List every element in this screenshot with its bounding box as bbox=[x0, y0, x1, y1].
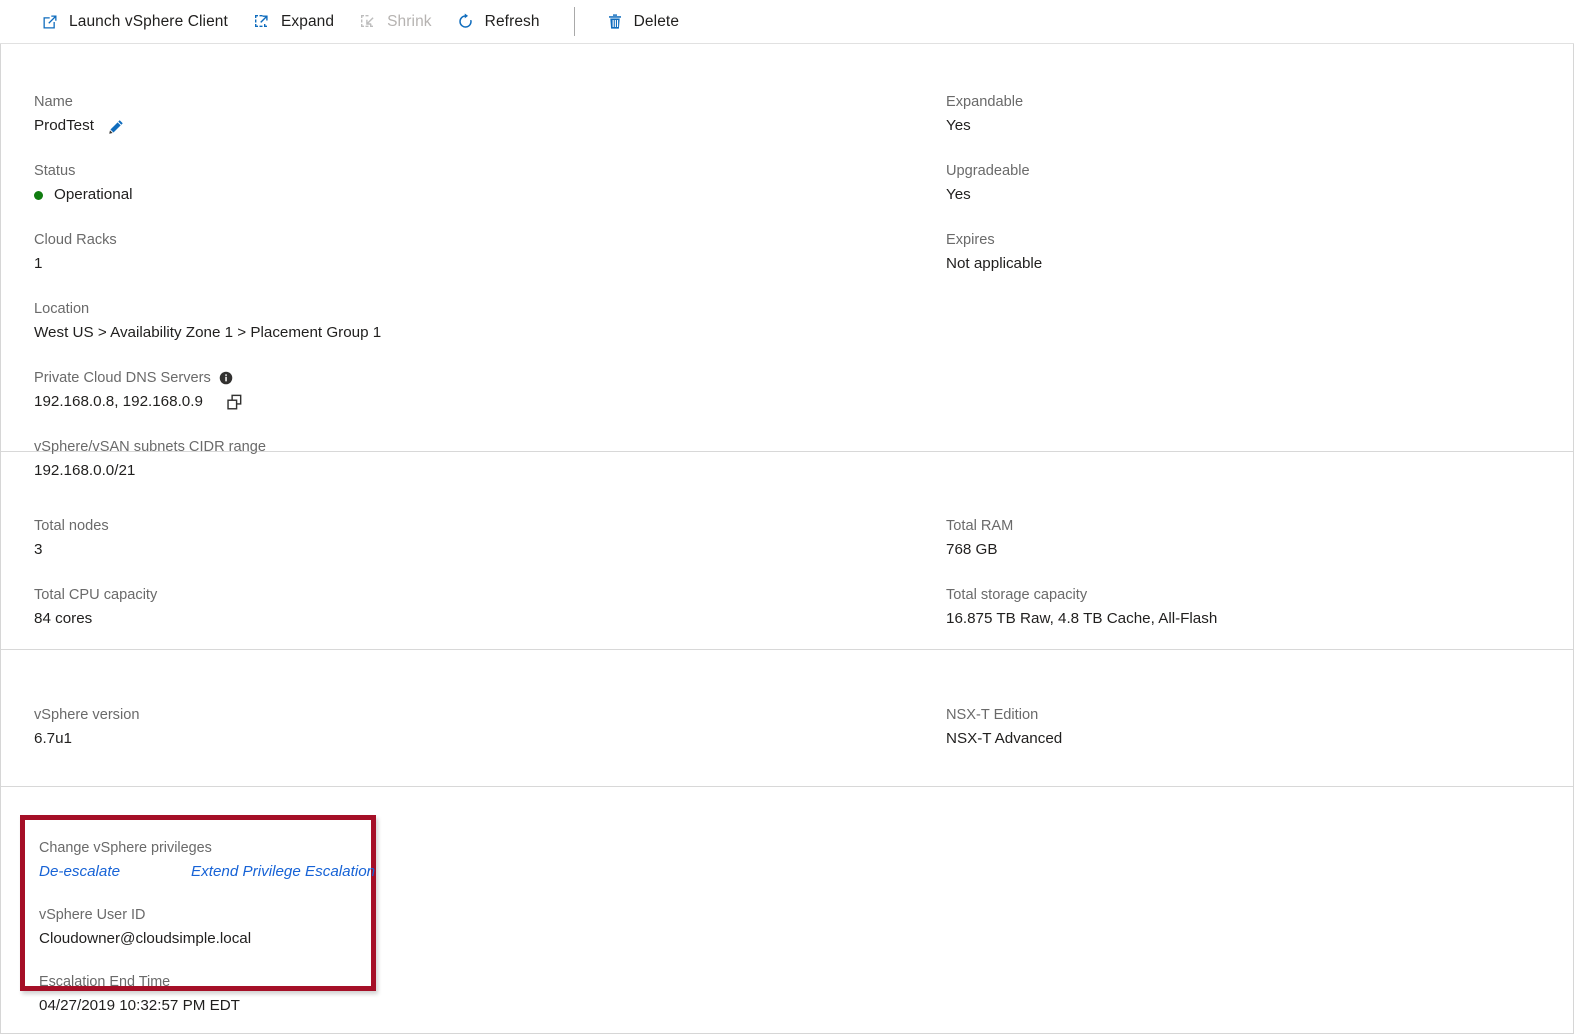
expires-label: Expires bbox=[946, 232, 995, 248]
expires-value: Not applicable bbox=[946, 255, 1043, 272]
capacity-left-column: Total nodes 3 Total CPU capacity 84 core… bbox=[1, 516, 946, 649]
status-badge: Operational bbox=[54, 186, 133, 203]
field-change-privileges: Change vSphere privileges De-escalate Ex… bbox=[39, 838, 375, 883]
total-ram-label: Total RAM bbox=[946, 518, 1014, 534]
total-cpu-value: 84 cores bbox=[34, 610, 93, 627]
field-escalation-end-time: Escalation End Time 04/27/2019 10:32:57 … bbox=[39, 972, 371, 1017]
total-cpu-label: Total CPU capacity bbox=[34, 587, 158, 603]
total-ram-value: 768 GB bbox=[946, 541, 998, 558]
field-cloud-racks: Cloud Racks 1 bbox=[34, 230, 946, 275]
nsxt-edition-value: NSX-T Advanced bbox=[946, 730, 1063, 747]
dns-servers-label: Private Cloud DNS Servers bbox=[34, 370, 211, 386]
field-expires: Expires Not applicable bbox=[946, 230, 1573, 275]
expand-button[interactable]: Expand bbox=[242, 6, 344, 38]
toolbar-divider bbox=[573, 7, 575, 36]
name-label: Name bbox=[34, 94, 73, 110]
total-storage-label: Total storage capacity bbox=[946, 587, 1088, 603]
vsphere-version-value: 6.7u1 bbox=[34, 730, 73, 747]
nsxt-edition-label: NSX-T Edition bbox=[946, 707, 1039, 723]
privileges-section: Change vSphere privileges De-escalate Ex… bbox=[1, 787, 1573, 1032]
dns-servers-value-row: 192.168.0.8, 192.168.0.9 bbox=[34, 391, 946, 413]
field-total-ram: Total RAM 768 GB bbox=[946, 516, 1573, 561]
total-nodes-label: Total nodes bbox=[34, 518, 109, 534]
privilege-links-row: De-escalate Extend Privilege Escalation bbox=[39, 861, 375, 883]
status-value-row: Operational bbox=[34, 184, 946, 206]
copy-icon[interactable] bbox=[225, 393, 244, 412]
upgradeable-value: Yes bbox=[946, 186, 971, 203]
refresh-button[interactable]: Refresh bbox=[446, 6, 550, 38]
command-toolbar: Launch vSphere Client Expand Shrink Refr… bbox=[0, 0, 1574, 44]
details-content: Name ProdTest Status Operational Cloud R… bbox=[0, 44, 1574, 1034]
status-dot-icon bbox=[34, 190, 43, 200]
total-storage-value: 16.875 TB Raw, 4.8 TB Cache, All-Flash bbox=[946, 610, 1218, 627]
vsphere-user-id-value: Cloudowner@cloudsimple.local bbox=[39, 930, 252, 947]
location-label: Location bbox=[34, 301, 90, 317]
cloud-racks-value: 1 bbox=[34, 255, 43, 272]
upgradeable-label: Upgradeable bbox=[946, 163, 1030, 179]
field-location: Location West US > Availability Zone 1 >… bbox=[34, 299, 946, 344]
info-icon[interactable] bbox=[219, 371, 233, 385]
overview-left-column: Name ProdTest Status Operational Cloud R… bbox=[1, 92, 946, 479]
overview-section: Name ProdTest Status Operational Cloud R… bbox=[1, 44, 1573, 479]
field-vsphere-user-id: vSphere User ID Cloudowner@cloudsimple.l… bbox=[39, 905, 371, 950]
expandable-label: Expandable bbox=[946, 94, 1024, 110]
field-status: Status Operational bbox=[34, 161, 946, 206]
status-label: Status bbox=[34, 163, 76, 179]
field-total-cpu: Total CPU capacity 84 cores bbox=[34, 585, 946, 630]
overview-right-column: Expandable Yes Upgradeable Yes Expires N… bbox=[946, 92, 1573, 451]
expandable-value: Yes bbox=[946, 117, 971, 134]
dns-servers-value: 192.168.0.8, 192.168.0.9 bbox=[34, 393, 203, 410]
de-escalate-link[interactable]: De-escalate bbox=[39, 861, 120, 883]
delete-label: Delete bbox=[633, 12, 680, 30]
software-right-column: NSX-T Edition NSX-T Advanced bbox=[946, 705, 1573, 786]
name-value-row: ProdTest bbox=[34, 115, 946, 137]
private-cloud-details-page: Launch vSphere Client Expand Shrink Refr… bbox=[0, 0, 1574, 1034]
field-upgradeable: Upgradeable Yes bbox=[946, 161, 1573, 206]
expand-icon bbox=[252, 12, 272, 32]
vsphere-user-id-label: vSphere User ID bbox=[39, 907, 146, 923]
dns-servers-label-row: Private Cloud DNS Servers bbox=[34, 368, 946, 388]
external-link-icon bbox=[40, 12, 60, 32]
shrink-label: Shrink bbox=[387, 12, 432, 30]
capacity-section: Total nodes 3 Total CPU capacity 84 core… bbox=[1, 452, 1573, 650]
extend-privilege-escalation-link[interactable]: Extend Privilege Escalation bbox=[191, 861, 375, 883]
software-section: vSphere version 6.7u1 NSX-T Edition NSX-… bbox=[1, 650, 1573, 787]
escalation-end-time-label: Escalation End Time bbox=[39, 974, 171, 990]
edit-name-pencil-icon[interactable] bbox=[108, 118, 125, 135]
refresh-label: Refresh bbox=[484, 12, 540, 30]
field-name: Name ProdTest bbox=[34, 92, 946, 137]
shrink-button: Shrink bbox=[348, 6, 442, 38]
software-left-column: vSphere version 6.7u1 bbox=[1, 705, 946, 786]
field-nsxt-edition: NSX-T Edition NSX-T Advanced bbox=[946, 705, 1573, 750]
expand-label: Expand bbox=[280, 12, 335, 30]
launch-vsphere-client-label: Launch vSphere Client bbox=[69, 12, 228, 30]
field-expandable: Expandable Yes bbox=[946, 92, 1573, 137]
field-dns-servers: Private Cloud DNS Servers 192.168.0.8, 1… bbox=[34, 368, 946, 413]
escalation-end-time-value: 04/27/2019 10:32:57 PM EDT bbox=[39, 997, 240, 1014]
field-total-storage: Total storage capacity 16.875 TB Raw, 4.… bbox=[946, 585, 1573, 630]
cloud-racks-label: Cloud Racks bbox=[34, 232, 117, 248]
vsphere-version-label: vSphere version bbox=[34, 707, 140, 723]
name-value: ProdTest bbox=[34, 117, 94, 134]
field-vsphere-version: vSphere version 6.7u1 bbox=[34, 705, 946, 750]
total-nodes-value: 3 bbox=[34, 541, 43, 558]
change-privileges-label: Change vSphere privileges bbox=[39, 840, 212, 856]
location-value: West US > Availability Zone 1 > Placemen… bbox=[34, 324, 382, 341]
delete-button[interactable]: Delete bbox=[595, 6, 689, 38]
field-total-nodes: Total nodes 3 bbox=[34, 516, 946, 561]
launch-vsphere-client-button[interactable]: Launch vSphere Client bbox=[30, 6, 238, 38]
trash-icon bbox=[605, 12, 625, 32]
capacity-right-column: Total RAM 768 GB Total storage capacity … bbox=[946, 516, 1573, 649]
privileges-highlight-box: Change vSphere privileges De-escalate Ex… bbox=[20, 815, 376, 1014]
refresh-icon bbox=[456, 12, 476, 32]
shrink-icon bbox=[358, 12, 378, 32]
